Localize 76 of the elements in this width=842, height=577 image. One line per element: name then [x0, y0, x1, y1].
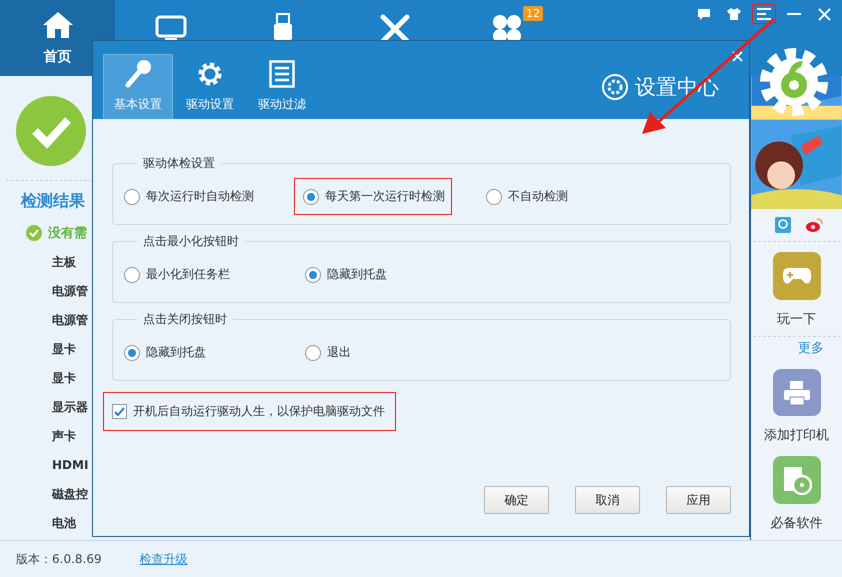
radio-option[interactable]: 每天第一次运行时检测 — [294, 178, 452, 215]
checkbox[interactable] — [112, 404, 127, 419]
checkbox-label: 开机后自动运行驱动人生，以保护电脑驱动文件 — [133, 403, 385, 420]
weibo-icon — [805, 217, 823, 234]
device-item: 显卡 — [52, 370, 77, 387]
option-label: 每次运行时自动检测 — [146, 188, 254, 205]
gamepad-icon — [782, 266, 812, 286]
nav-label: 首页 — [44, 48, 72, 66]
radio-button[interactable] — [124, 344, 140, 360]
option-label: 最小化到任务栏 — [146, 266, 230, 283]
dialog-button[interactable]: 取消 — [575, 486, 640, 514]
radio-button[interactable] — [486, 188, 502, 204]
option-label: 每天第一次运行时检测 — [325, 188, 445, 205]
radio-option[interactable]: 最小化到任务栏 — [121, 256, 237, 293]
count-badge: 12 — [523, 6, 543, 21]
app-tile[interactable] — [772, 456, 820, 504]
section-title: 检测结果 — [21, 191, 86, 212]
autostart-option[interactable]: 开机后自动运行驱动人生，以保护电脑驱动文件 — [103, 392, 396, 431]
monitor-icon — [155, 15, 187, 43]
radio-option[interactable]: 每次运行时自动检测 — [121, 178, 261, 215]
check-icon — [26, 225, 42, 241]
settings-icon — [196, 60, 224, 88]
tool-label: 玩一下 — [777, 310, 816, 328]
disc-icon — [782, 465, 812, 496]
tool-label: 必备软件 — [770, 515, 822, 532]
device-item: HDMI — [52, 457, 90, 474]
chat-icon — [697, 8, 711, 20]
radio-option[interactable]: 隐藏到托盘 — [121, 334, 213, 371]
radio-option[interactable]: 隐藏到托盘 — [302, 256, 394, 293]
device-item: 磁盘控 — [52, 486, 89, 503]
settings-tab[interactable]: 驱动过滤 — [247, 54, 317, 119]
device-item: 显卡 — [52, 341, 77, 358]
app-tile[interactable] — [772, 368, 820, 416]
dialog-button[interactable]: 确定 — [484, 486, 549, 514]
status-label: 没有需 — [48, 225, 87, 242]
settings-icon — [601, 73, 629, 101]
tab-label: 驱动过滤 — [258, 96, 306, 113]
radio-button[interactable] — [124, 266, 140, 282]
radio-option[interactable]: 不自动检测 — [483, 178, 575, 215]
group-title: 点击最小化按钮时 — [142, 233, 240, 250]
tab-label: 驱动设置 — [186, 96, 234, 113]
close-icon[interactable] — [732, 51, 743, 62]
device-item: 电源管 — [52, 312, 89, 329]
version-text: 版本：6.0.8.69 — [16, 550, 102, 568]
device-item: 电池 — [52, 515, 77, 532]
radio-button[interactable] — [305, 266, 321, 282]
shirt-icon — [727, 8, 741, 20]
nav-tab[interactable]: 首页 — [0, 0, 115, 76]
device-item: 声卡 — [52, 428, 77, 445]
tab-label: 基本设置 — [114, 96, 162, 113]
list-icon — [269, 60, 295, 88]
tool-label: 添加打印机 — [764, 427, 829, 444]
radio-button[interactable] — [124, 188, 140, 204]
option-label: 不自动检测 — [508, 188, 568, 205]
minimize-icon — [787, 13, 801, 15]
printer-icon — [782, 380, 810, 406]
p-logo-icon — [775, 217, 791, 234]
device-item: 电源管 — [52, 283, 89, 300]
device-item: 显示器 — [52, 399, 89, 416]
radio-option[interactable]: 退出 — [302, 334, 358, 371]
group-title: 驱动体检设置 — [142, 155, 216, 172]
check-circle-icon — [16, 96, 86, 166]
radio-button[interactable] — [305, 344, 321, 360]
device-item: 主板 — [52, 254, 77, 271]
menu-icon — [757, 8, 771, 20]
option-label: 退出 — [327, 344, 351, 361]
option-label: 隐藏到托盘 — [327, 266, 387, 283]
home-icon — [40, 10, 74, 40]
dialog-button[interactable]: 应用 — [666, 486, 731, 514]
app-tile[interactable] — [772, 252, 820, 300]
window-button[interactable] — [752, 4, 776, 24]
option-label: 隐藏到托盘 — [146, 344, 206, 361]
radio-button[interactable] — [303, 188, 319, 204]
close-icon — [818, 8, 830, 20]
group-title: 点击关闭按钮时 — [142, 311, 228, 328]
settings-tab[interactable]: 驱动设置 — [175, 54, 245, 119]
